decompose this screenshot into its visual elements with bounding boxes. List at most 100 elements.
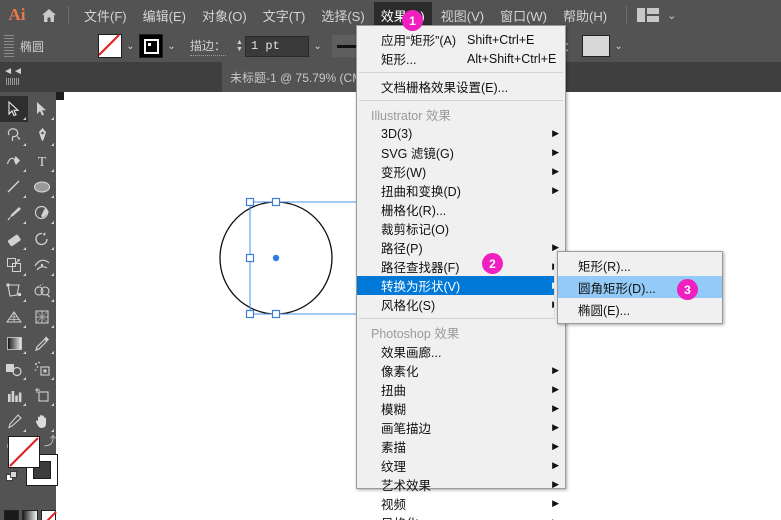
menu-item-rectangle-dialog[interactable]: 矩形... Alt+Shift+Ctrl+E [357, 49, 565, 68]
menu-section-photoshop-effects: Photoshop 效果 [371, 327, 460, 341]
width-tool[interactable] [28, 252, 56, 278]
style-swatch[interactable] [582, 35, 611, 57]
mesh-tool[interactable] [28, 304, 56, 330]
menu-item-sketch[interactable]: 素描 ▶ [357, 437, 565, 456]
lasso-tool[interactable] [0, 122, 28, 148]
menu-item-label: 风格化 [381, 513, 419, 520]
default-fill-stroke-icon[interactable] [6, 470, 18, 482]
free-transform-tool[interactable] [0, 278, 28, 304]
stroke-weight-stepper[interactable]: ▲ ▼ [234, 35, 245, 57]
fill-dropdown-chevron-down-icon[interactable]: ⌄ [122, 35, 139, 57]
workspace-chevron-down-icon[interactable]: ⌄ [667, 9, 676, 22]
menu-item-texture[interactable]: 纹理 ▶ [357, 456, 565, 475]
column-graph-tool[interactable] [0, 382, 28, 408]
menu-item-effect-gallery[interactable]: 效果画廊... [357, 342, 565, 361]
menu-item-label: 矩形... [381, 53, 417, 67]
ellipse-tool[interactable] [28, 174, 56, 200]
menu-item-document-raster-settings[interactable]: 文档栅格效果设置(E)... [357, 77, 565, 96]
menu-item-stylize-ps[interactable]: 风格化▶ [357, 513, 565, 520]
menu-item-convert-to-shape[interactable]: 转换为形状(V)▶ [357, 276, 565, 295]
menu-divider [359, 72, 563, 73]
menu-item-stylize[interactable]: 风格化(S)▶ [357, 295, 565, 314]
symbol-sprayer-tool[interactable] [28, 356, 56, 382]
hand-tool[interactable] [28, 408, 56, 434]
pen-tool[interactable] [28, 122, 56, 148]
perspective-grid-tool[interactable] [0, 304, 28, 330]
color-swatch[interactable] [4, 510, 20, 520]
swap-fill-stroke-icon[interactable]: ⤴ [44, 432, 56, 449]
menu-item-accel: Shift+Ctrl+E [467, 32, 535, 47]
menu-type[interactable]: 文字(T) [256, 2, 313, 29]
shape-builder-tool[interactable] [28, 278, 56, 304]
menu-item-warp[interactable]: 变形(W) ▶ [357, 162, 565, 181]
direct-selection-tool[interactable] [28, 96, 56, 122]
menu-item-distort-transform[interactable]: 扭曲和变换(D) ▶ [357, 181, 565, 200]
line-segment-tool[interactable] [0, 174, 28, 200]
paintbrush-tool[interactable] [0, 200, 28, 226]
home-icon[interactable] [34, 0, 64, 30]
menu-item-crop-marks[interactable]: 裁剪标记(O) [357, 219, 565, 238]
curvature-tool[interactable] [0, 148, 28, 174]
none-swatch[interactable] [40, 510, 57, 520]
menu-item-brush-strokes[interactable]: 画笔描边 ▶ [357, 418, 565, 437]
menu-file[interactable]: 文件(F) [77, 2, 134, 29]
stroke-weight-label[interactable]: 描边： [190, 37, 227, 56]
submenu-item-label: 矩形(R)... [578, 259, 631, 274]
submenu-item-rectangle[interactable]: 矩形(R)... [558, 254, 722, 276]
control-bar-grip[interactable] [4, 35, 14, 57]
stroke-weight-input[interactable]: 1 pt [245, 35, 310, 57]
app-logo-icon: Ai [8, 5, 26, 24]
chevron-right-icon: ▶ [552, 166, 559, 176]
svg-text:T: T [38, 155, 47, 169]
chevron-right-icon: ▶ [552, 498, 559, 508]
submenu-item-ellipse[interactable]: 椭圆(E)... [558, 298, 722, 320]
workspace-switcher-icon[interactable] [637, 8, 660, 22]
eraser-tool[interactable] [0, 226, 28, 252]
menu-item-label: 素描 [381, 441, 407, 455]
gradient-tool[interactable] [0, 330, 28, 356]
blend-tool[interactable] [0, 356, 28, 382]
menu-item-3d[interactable]: 3D(3) ▶ [357, 124, 565, 143]
slice-tool[interactable] [0, 408, 28, 434]
menu-item-blur[interactable]: 模糊 ▶ [357, 399, 565, 418]
menu-item-artistic[interactable]: 艺术效果 ▶ [357, 475, 565, 494]
stroke-dropdown-chevron-down-icon[interactable]: ⌄ [163, 35, 180, 57]
menu-item-rasterize[interactable]: 栅格化(R)... [357, 200, 565, 219]
submenu-item-label: 圆角矩形(D)... [578, 281, 656, 296]
stroke-weight-chevron-down-icon[interactable]: ⌄ [309, 35, 326, 57]
menu-object[interactable]: 对象(O) [195, 2, 254, 29]
selected-object-label: 椭圆 [20, 39, 45, 54]
type-tool[interactable]: T [28, 148, 56, 174]
menu-item-label: 裁剪标记(O) [381, 223, 450, 237]
menubar-divider [68, 6, 69, 24]
menu-item-path[interactable]: 路径(P) ▶ [357, 238, 565, 257]
rotate-tool[interactable] [28, 226, 56, 252]
menu-item-svg-filters[interactable]: SVG 滤镜(G) ▶ [357, 143, 565, 162]
menu-item-video[interactable]: 视频 ▶ [357, 494, 565, 513]
effect-menu-dropdown[interactable]: 应用“矩形”(A) Shift+Ctrl+E 矩形... Alt+Shift+C… [356, 25, 566, 520]
shaper-tool[interactable] [28, 200, 56, 226]
convert-to-shape-submenu[interactable]: 矩形(R)... 圆角矩形(D)... 椭圆(E)... [557, 251, 723, 324]
scale-tool[interactable] [0, 252, 28, 278]
selection-tool[interactable] [0, 96, 28, 122]
artboard-tool[interactable] [28, 382, 56, 408]
eyedropper-tool[interactable] [28, 330, 56, 356]
menu-edit[interactable]: 编辑(E) [136, 2, 193, 29]
stroke-swatch[interactable] [139, 34, 163, 58]
style-chevron-down-icon[interactable]: ⌄ [610, 35, 627, 57]
menu-item-label: 视频 [381, 498, 407, 512]
step-badge-2: 2 [482, 253, 503, 274]
menu-item-apply-rectangle[interactable]: 应用“矩形”(A) Shift+Ctrl+E [357, 30, 565, 49]
gradient-swatch[interactable] [22, 510, 38, 520]
menu-item-pixelate[interactable]: 像素化 ▶ [357, 361, 565, 380]
tab-bar-grip[interactable] [0, 74, 26, 88]
tools-panel: T ⤴ [0, 92, 58, 520]
fill-swatch[interactable] [98, 34, 122, 58]
artboard-corner-mark [56, 92, 64, 100]
menu-item-distort[interactable]: 扭曲 ▶ [357, 380, 565, 399]
chevron-right-icon: ▶ [552, 185, 559, 195]
fill-color-swatch[interactable] [8, 436, 40, 468]
menu-item-label: 纹理 [381, 460, 407, 474]
menu-item-pathfinder[interactable]: 路径查找器(F)▶ [357, 257, 565, 276]
chevron-right-icon: ▶ [552, 441, 559, 451]
